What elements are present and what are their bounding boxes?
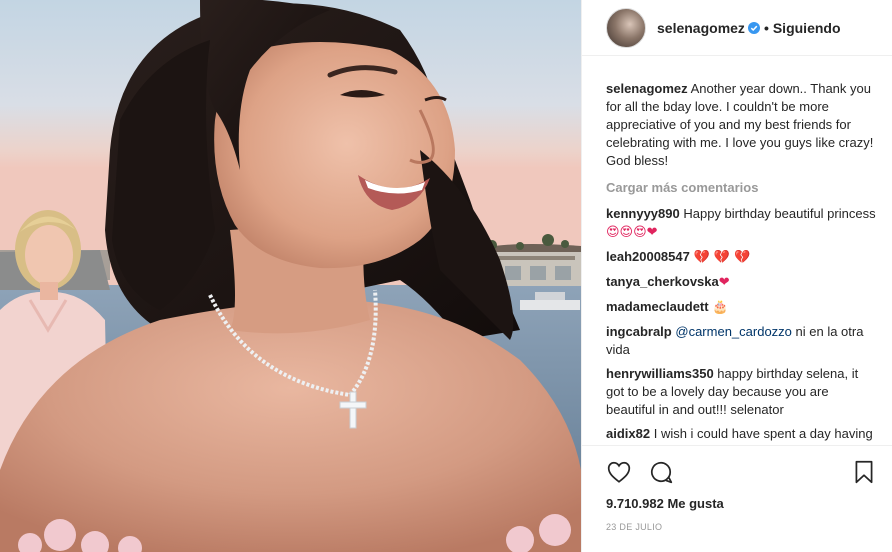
comments-list[interactable]: selenagomez Another year down.. Thank yo… [582,67,892,445]
comment-emoji: 😍😍😍❤ [606,225,658,240]
comment-emoji: 🎂 [712,300,729,315]
photo-illustration [0,0,581,552]
likes-count[interactable]: 9.710.982 Me gusta [606,496,877,511]
follow-separator: • [763,19,769,36]
comment-emoji: ❤ [718,275,730,290]
post-photo[interactable] [0,0,581,552]
comment-mention-link[interactable]: @carmen_cardozzo [675,324,792,339]
avatar[interactable] [606,7,646,48]
comment-item: ingcabralp @carmen_cardozzo ni en la otr… [606,323,877,359]
comment-username[interactable]: madameclaudett [606,299,709,314]
comment-username[interactable]: kennyyy890 [606,206,680,221]
comment-item: henrywilliams350 happy birthday selena, … [606,365,877,419]
heart-outline-icon[interactable] [606,459,632,485]
comment-item: kennyyy890 Happy birthday beautiful prin… [606,205,877,242]
following-button[interactable]: Siguiendo [773,20,841,36]
post-side-panel: selenagomez • Siguiendo selenagomez Anot… [581,0,892,552]
comment-item: leah20008547 💔 💔 💔 [606,248,877,267]
comment-username[interactable]: leah20008547 [606,249,690,264]
comment-emoji: 💔 💔 💔 [693,250,751,265]
comment-username[interactable]: aidix82 [606,426,650,441]
comment-bubble-icon[interactable] [648,459,674,485]
load-more-comments-button[interactable]: Cargar más comentarios [606,179,877,197]
verified-badge-icon [747,21,760,34]
caption-username[interactable]: selenagomez [606,81,688,96]
comment-username[interactable]: henrywilliams350 [606,366,714,381]
post-date[interactable]: 23 DE JULIO [606,522,877,532]
post-actions: 9.710.982 Me gusta 23 DE JULIO [582,445,892,552]
post-username[interactable]: selenagomez [657,20,745,36]
comment-text: Happy birthday beautiful princess [683,206,876,221]
post-header: selenagomez • Siguiendo [582,0,892,56]
post-caption: selenagomez Another year down.. Thank yo… [606,80,877,170]
comment-username[interactable]: tanya_cherkovska [606,274,719,289]
bookmark-icon[interactable] [851,459,877,485]
action-icons-row [606,452,877,492]
comment-item: tanya_cherkovska❤ [606,273,877,292]
comment-item: madameclaudett 🎂 [606,298,877,317]
comment-item: aidix82 I wish i could have spent a day … [606,425,877,445]
comment-username[interactable]: ingcabralp [606,324,672,339]
